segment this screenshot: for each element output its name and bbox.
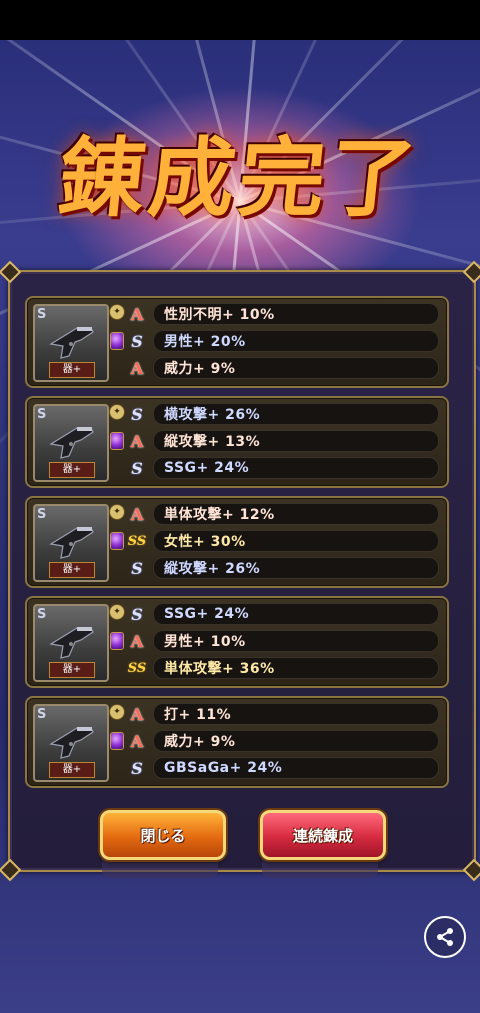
weapon-thumbnail: S 器+ — [33, 404, 109, 482]
weapon-tag: 器+ — [49, 662, 95, 678]
weapon-tag: 器+ — [49, 362, 95, 378]
result-card: S 器+ ✦ S 横攻撃+ 26% A 縦攻撃+ 13% S SSG+ 24% — [25, 396, 449, 488]
rank-badge: S — [131, 558, 143, 578]
ability-list: S SSG+ 24% A 男性+ 10% SS 単体攻撃+ 36% — [127, 602, 439, 680]
rank-badge: SS — [127, 533, 147, 549]
ability-list: S 横攻撃+ 26% A 縦攻撃+ 13% S SSG+ 24% — [127, 402, 439, 480]
rank-badge: SS — [127, 660, 147, 676]
weapon-thumbnail: S 器+ — [33, 504, 109, 582]
ability-text: GBSaGa+ 24% — [153, 757, 439, 779]
result-card: S 器+ ✦ A 単体攻撃+ 12% SS 女性+ 30% S 縦攻撃+ 26% — [25, 496, 449, 588]
ability-text: 打+ 11% — [153, 703, 439, 725]
ability-row: A 威力+ 9% — [127, 729, 439, 753]
ability-text: 縦攻撃+ 26% — [153, 557, 439, 579]
socket-column: ✦ — [109, 304, 125, 378]
rank-badge: A — [130, 731, 144, 751]
weapon-slot-mark: S — [37, 307, 47, 322]
page-title: 錬成完了 — [53, 127, 425, 229]
rank-badge: S — [131, 404, 143, 424]
gear-icon: ✦ — [109, 404, 125, 420]
weapon-thumbnail: S 器+ — [33, 604, 109, 682]
ability-row: A 打+ 11% — [127, 702, 439, 726]
ability-row: A 単体攻撃+ 12% — [127, 502, 439, 526]
ability-list: A 単体攻撃+ 12% SS 女性+ 30% S 縦攻撃+ 26% — [127, 502, 439, 580]
ability-text: 単体攻撃+ 36% — [153, 657, 439, 679]
ability-text: 縦攻撃+ 13% — [153, 430, 439, 452]
ability-row: A 威力+ 9% — [127, 356, 439, 380]
rank-badge: S — [131, 458, 143, 478]
weapon-tag: 器+ — [49, 762, 95, 778]
rank-badge: A — [130, 304, 144, 324]
rank-badge: A — [130, 504, 144, 524]
gem-icon — [110, 332, 124, 350]
socket-column: ✦ — [109, 404, 125, 478]
ability-list: A 打+ 11% A 威力+ 9% S GBSaGa+ 24% — [127, 702, 439, 780]
result-card: S 器+ ✦ A 打+ 11% A 威力+ 9% S GBSaGa+ 24% — [25, 696, 449, 788]
ability-text: 女性+ 30% — [153, 530, 439, 552]
ability-text: 男性+ 20% — [153, 330, 439, 352]
weapon-tag: 器+ — [49, 462, 95, 478]
rank-badge: A — [130, 631, 144, 651]
ability-row: A 縦攻撃+ 13% — [127, 429, 439, 453]
rank-badge: A — [130, 358, 144, 378]
weapon-thumbnail: S 器+ — [33, 304, 109, 382]
gem-icon — [110, 532, 124, 550]
result-card: S 器+ ✦ S SSG+ 24% A 男性+ 10% SS 単体攻撃+ 36% — [25, 596, 449, 688]
weapon-tag: 器+ — [49, 562, 95, 578]
ability-row: A 男性+ 10% — [127, 629, 439, 653]
rank-badge: S — [131, 758, 143, 778]
gear-icon: ✦ — [109, 604, 125, 620]
gem-icon — [110, 432, 124, 450]
ability-row: SS 単体攻撃+ 36% — [127, 656, 439, 680]
gear-icon: ✦ — [109, 304, 125, 320]
socket-column: ✦ — [109, 504, 125, 578]
ability-text: 横攻撃+ 26% — [153, 403, 439, 425]
rank-badge: S — [131, 331, 143, 351]
weapon-slot-mark: S — [37, 507, 47, 522]
rank-badge: S — [131, 604, 143, 624]
ability-text: 単体攻撃+ 12% — [153, 503, 439, 525]
ability-row: S SSG+ 24% — [127, 602, 439, 626]
result-card: S 器+ ✦ A 性別不明+ 10% S 男性+ 20% A 威力+ 9% — [25, 296, 449, 388]
gem-icon — [110, 732, 124, 750]
socket-column: ✦ — [109, 604, 125, 678]
ability-row: A 性別不明+ 10% — [127, 302, 439, 326]
ability-row: S 縦攻撃+ 26% — [127, 556, 439, 580]
share-icon[interactable] — [424, 916, 466, 958]
weapon-slot-mark: S — [37, 407, 47, 422]
ability-row: S 横攻撃+ 26% — [127, 402, 439, 426]
ability-text: SSG+ 24% — [153, 457, 439, 479]
ability-text: 威力+ 9% — [153, 730, 439, 752]
weapon-slot-mark: S — [37, 707, 47, 722]
ability-row: S SSG+ 24% — [127, 456, 439, 480]
gear-icon: ✦ — [109, 504, 125, 520]
close-button[interactable]: 閉じる — [100, 810, 226, 860]
rank-badge: A — [130, 431, 144, 451]
ability-text: 男性+ 10% — [153, 630, 439, 652]
ability-text: 性別不明+ 10% — [153, 303, 439, 325]
rank-badge: A — [130, 704, 144, 724]
gear-icon: ✦ — [109, 704, 125, 720]
ability-text: SSG+ 24% — [153, 603, 439, 625]
ability-row: S 男性+ 20% — [127, 329, 439, 353]
socket-column: ✦ — [109, 704, 125, 778]
gem-icon — [110, 632, 124, 650]
ability-row: SS 女性+ 30% — [127, 529, 439, 553]
weapon-slot-mark: S — [37, 607, 47, 622]
status-bar — [0, 0, 480, 40]
ability-text: 威力+ 9% — [153, 357, 439, 379]
repeat-refine-button[interactable]: 連続錬成 — [260, 810, 386, 860]
ability-list: A 性別不明+ 10% S 男性+ 20% A 威力+ 9% — [127, 302, 439, 380]
weapon-thumbnail: S 器+ — [33, 704, 109, 782]
ability-row: S GBSaGa+ 24% — [127, 756, 439, 780]
